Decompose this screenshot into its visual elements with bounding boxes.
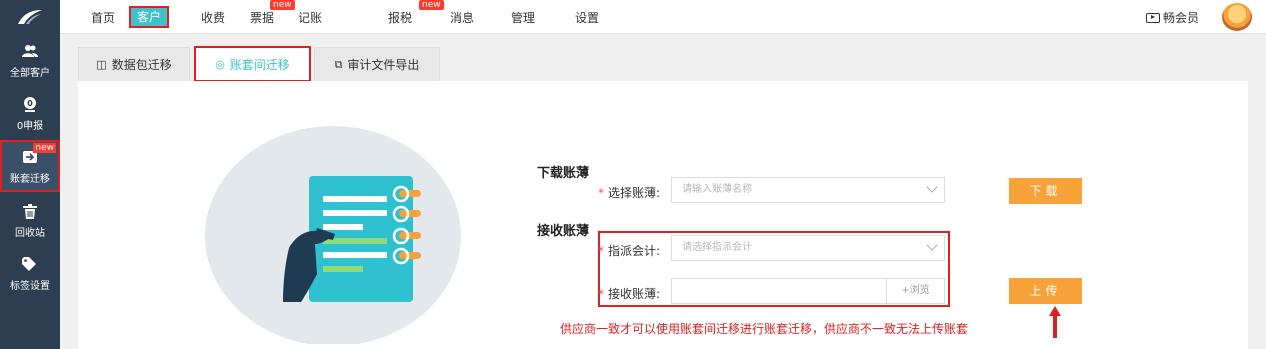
nav-item-bills[interactable]: 票据 new xyxy=(250,0,295,26)
nav-item-customers[interactable]: 客户 xyxy=(128,6,170,28)
new-badge: new xyxy=(419,0,444,10)
play-icon xyxy=(1146,12,1160,23)
receive-book-file-input[interactable]: +浏览 xyxy=(671,278,945,304)
nav-item-tax[interactable]: 报税 new xyxy=(388,0,444,26)
browse-button[interactable]: +浏览 xyxy=(886,279,944,303)
tab-label: 审计文件导出 xyxy=(347,58,420,72)
zero-declare-icon: 0 xyxy=(0,97,60,113)
avatar[interactable] xyxy=(1222,3,1252,31)
new-badge: new xyxy=(270,0,295,10)
export-icon: ⧉ xyxy=(334,57,343,71)
book-name-select[interactable]: 请输入账薄名称 xyxy=(671,177,945,203)
select-book-label: * 选择账薄: xyxy=(598,186,661,200)
transfer-icon: ◎ xyxy=(215,57,225,71)
tab-package-migrate[interactable]: ◫ 数据包迁移 xyxy=(78,47,190,82)
tab-label: 数据包迁移 xyxy=(111,58,172,72)
arrow-up-icon xyxy=(1049,306,1061,338)
chevron-down-icon xyxy=(926,239,938,251)
sidebar-item-recycle[interactable]: 回收站 xyxy=(0,194,60,246)
svg-text:0: 0 xyxy=(27,99,33,108)
notebook-illustration xyxy=(205,126,461,344)
nav-item-settings[interactable]: 设置 xyxy=(575,9,599,26)
sidebar-item-zero-declare[interactable]: 0 0申报 xyxy=(0,87,60,139)
member-label: 畅会员 xyxy=(1163,11,1200,25)
nav-item-bills-label: 票据 xyxy=(250,11,275,25)
package-icon: ◫ xyxy=(96,58,107,71)
sidebar-item-label: 标签设置 xyxy=(10,281,50,292)
assign-accountant-select[interactable]: 请选择指派会计 xyxy=(671,235,945,261)
users-icon xyxy=(0,44,60,60)
trash-icon xyxy=(0,204,60,220)
supplier-note: 供应商一致才可以使用账套间迁移进行账套迁移，供应商不一致无法上传账套 xyxy=(560,322,969,336)
logo-icon xyxy=(18,10,42,24)
download-section-title: 下载账薄 xyxy=(537,166,590,181)
receive-section-title: 接收账薄 xyxy=(537,224,590,239)
select-book-label-text: 选择账薄: xyxy=(608,186,661,200)
assign-accountant-label-text: 指派会计: xyxy=(608,244,661,258)
nav-item-bookkeeping[interactable]: 记账 xyxy=(298,9,322,26)
tag-icon xyxy=(0,257,60,273)
nav-item-messages[interactable]: 消息 xyxy=(450,9,474,26)
tab-audit-export[interactable]: ⧉ 审计文件导出 xyxy=(314,47,440,82)
sidebar: 全部客户 0 0申报 new 账套迁移 回收站 标签设置 xyxy=(0,34,60,349)
sidebar-item-label: 全部客户 xyxy=(10,68,50,79)
chevron-down-icon xyxy=(926,181,938,193)
tab-label: 账套间迁移 xyxy=(229,57,290,72)
receive-book-label: * 接收账薄: xyxy=(598,287,661,301)
nav-item-fees[interactable]: 收费 xyxy=(201,9,225,26)
member-link[interactable]: 畅会员 xyxy=(1146,9,1199,26)
receive-book-label-text: 接收账薄: xyxy=(608,287,661,301)
nav-item-manage[interactable]: 管理 xyxy=(511,9,535,26)
tab-book-migrate[interactable]: ◎ 账套间迁移 xyxy=(194,46,311,82)
sidebar-item-label: 账套迁移 xyxy=(10,174,50,185)
download-button[interactable]: 下载 xyxy=(1009,178,1082,204)
new-badge: new xyxy=(33,143,56,153)
top-navbar: 首页 客户 收费 票据 new 记账 报税 new 消息 管理 设置 畅会员 xyxy=(0,0,1266,34)
app-logo[interactable] xyxy=(0,0,60,34)
upload-button[interactable]: 上传 xyxy=(1009,278,1082,304)
sidebar-item-migrate[interactable]: new 账套迁移 xyxy=(0,140,60,192)
nav-item-home[interactable]: 首页 xyxy=(91,9,115,26)
sidebar-item-label: 回收站 xyxy=(15,228,45,239)
nav-item-tax-label: 报税 xyxy=(388,11,413,25)
assign-accountant-label: * 指派会计: xyxy=(598,244,661,258)
sidebar-item-tags[interactable]: 标签设置 xyxy=(0,247,60,299)
sidebar-item-label: 0申报 xyxy=(16,121,44,132)
assign-accountant-placeholder: 请选择指派会计 xyxy=(682,242,752,253)
book-name-placeholder: 请输入账薄名称 xyxy=(682,184,752,195)
sidebar-item-all-customers[interactable]: 全部客户 xyxy=(0,34,60,86)
